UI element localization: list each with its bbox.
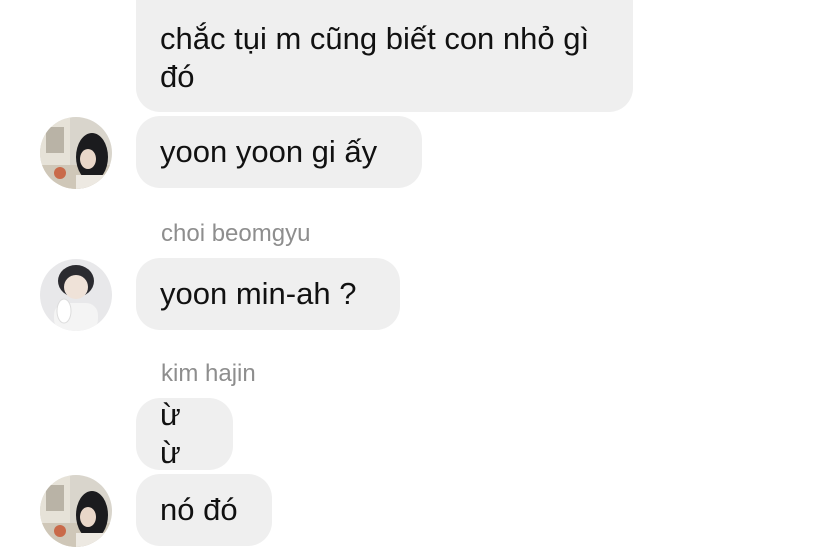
avatar[interactable]	[40, 259, 112, 331]
avatar[interactable]	[40, 475, 112, 547]
message-text: nó đó	[160, 492, 238, 527]
message-text: chắc tụi m cũng biết con nhỏ gì đó	[160, 21, 590, 94]
message-text: yoon min-ah ?	[160, 276, 357, 311]
avatar-girl-dark-hair-image	[40, 117, 112, 189]
sender-name: choi beomgyu	[161, 220, 311, 247]
message-bubble[interactable]: yoon min-ah ?	[136, 258, 400, 330]
sender-name: kim hajin	[161, 360, 256, 387]
message-text: yoon yoon gi ấy	[160, 134, 378, 169]
message-bubble[interactable]: yoon yoon gi ấy	[136, 116, 422, 188]
avatar[interactable]	[40, 117, 112, 189]
message-bubble[interactable]: chắc tụi m cũng biết con nhỏ gì đó	[136, 0, 633, 112]
avatar-boy-with-plush-image	[40, 259, 112, 331]
message-text: ừ ừ	[160, 397, 181, 470]
message-bubble[interactable]: nó đó	[136, 474, 272, 546]
avatar-girl-dark-hair-image	[40, 475, 112, 547]
message-bubble[interactable]: ừ ừ	[136, 397, 233, 470]
